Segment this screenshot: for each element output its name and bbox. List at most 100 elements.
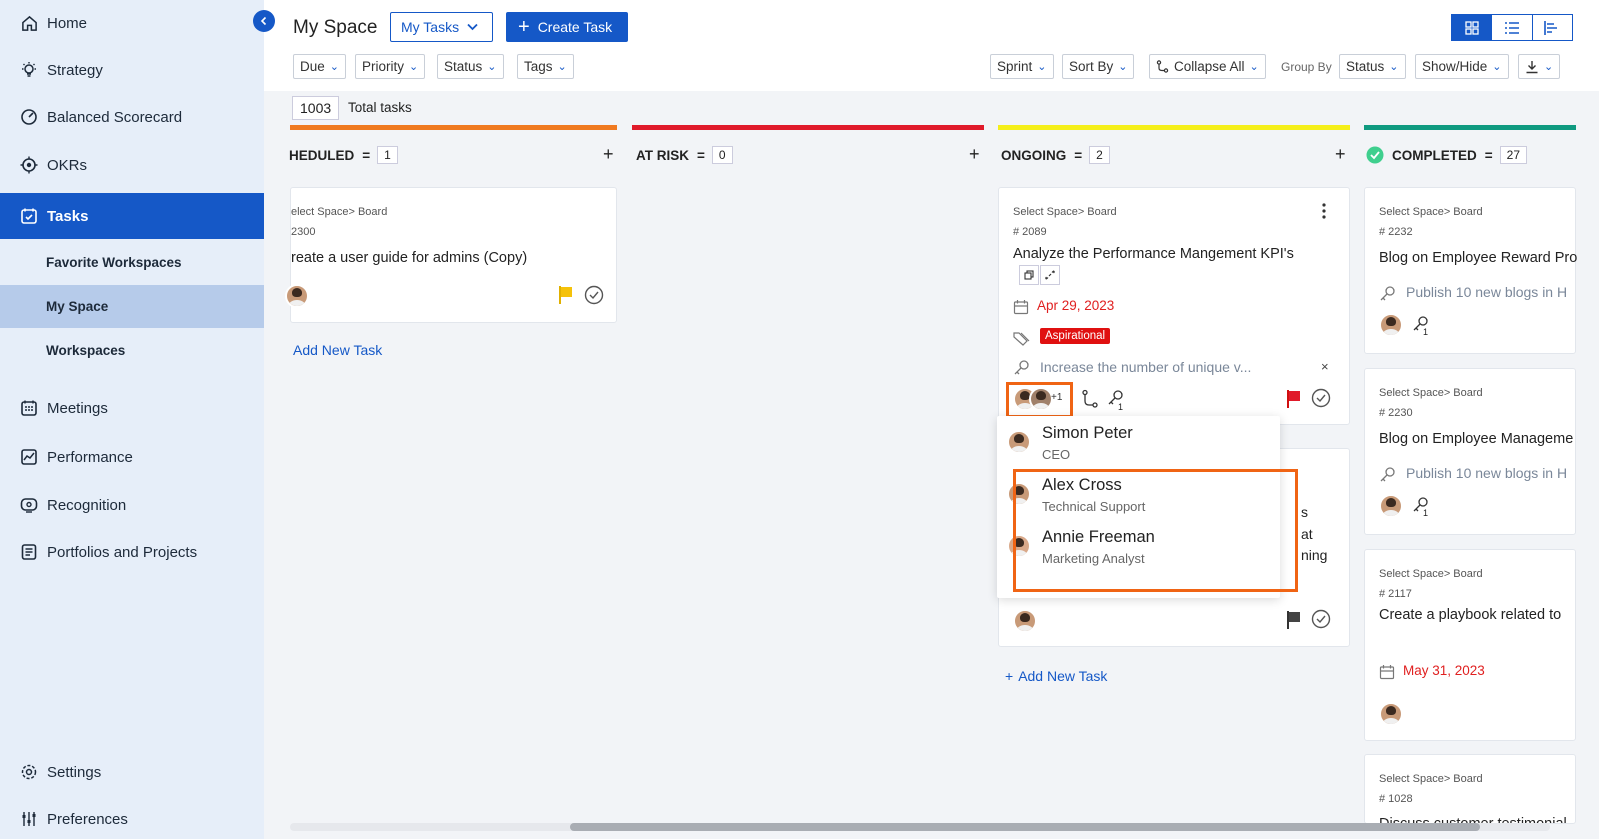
chevron-left-icon — [260, 16, 267, 26]
copy-button[interactable] — [1019, 265, 1039, 285]
check-circle-icon — [1366, 146, 1384, 164]
sidebar-item-strategy[interactable]: Strategy — [0, 47, 264, 93]
task-title[interactable]: Blog on Employee Reward Pro — [1379, 250, 1577, 266]
priority-filter[interactable]: Priority ⌄ — [355, 54, 426, 79]
sort-by-dropdown[interactable]: Sort By ⌄ — [1062, 54, 1135, 79]
chevron-down-icon: ⌄ — [1389, 61, 1399, 73]
sidebar-item-meetings[interactable]: Meetings — [0, 385, 264, 431]
task-title[interactable]: Create a playbook related to — [1379, 607, 1561, 623]
sidebar-item-label: Home — [47, 14, 88, 32]
key-result-count: 1 — [1423, 327, 1429, 337]
equals-icon: = — [697, 147, 705, 163]
tags-filter[interactable]: Tags ⌄ — [517, 54, 574, 79]
assignee-name[interactable]: Simon Peter — [1042, 424, 1133, 443]
sidebar-item-settings[interactable]: Settings — [0, 749, 264, 795]
board-view-button[interactable] — [1452, 15, 1493, 40]
avatar[interactable] — [1379, 313, 1403, 337]
scrollbar-thumb[interactable] — [570, 823, 1480, 831]
task-id: 2300 — [291, 226, 316, 238]
avatar[interactable] — [1013, 609, 1037, 633]
gantt-view-button[interactable] — [1533, 15, 1572, 40]
due-date[interactable]: May 31, 2023 — [1403, 663, 1485, 678]
my-tasks-dropdown[interactable]: My Tasks — [390, 12, 493, 42]
flag-icon[interactable] — [558, 285, 574, 305]
task-card[interactable]: Select Space> Board # 1028 Discuss custo… — [1364, 754, 1576, 824]
sidebar-item-preferences[interactable]: Preferences — [0, 796, 264, 839]
sidebar-subitem-favorite-workspaces[interactable]: Favorite Workspaces — [0, 241, 264, 284]
avatar[interactable] — [285, 284, 309, 308]
task-card[interactable]: Select Space> Board # 2232 Blog on Emplo… — [1364, 187, 1577, 354]
task-title[interactable]: Blog on Employee Manageme — [1379, 431, 1573, 447]
grid-icon — [1465, 20, 1479, 35]
total-tasks-label: Total tasks — [348, 100, 412, 115]
key-result-icon — [1380, 467, 1395, 482]
column-header-at-risk: AT RISK = 0 — [636, 146, 733, 164]
complete-check-icon[interactable] — [1311, 609, 1331, 629]
group-by-dropdown[interactable]: Status ⌄ — [1339, 54, 1406, 79]
sidebar-subitem-workspaces[interactable]: Workspaces — [0, 329, 264, 372]
task-text-fragment: s — [1301, 504, 1308, 520]
tag-badge[interactable]: Aspirational — [1040, 328, 1111, 344]
avatar — [1007, 430, 1031, 454]
sidebar-item-okrs[interactable]: OKRs — [0, 142, 264, 188]
download-dropdown[interactable]: ⌄ — [1518, 54, 1561, 79]
due-filter[interactable]: Due ⌄ — [293, 54, 346, 79]
sprint-filter[interactable]: Sprint ⌄ — [990, 54, 1054, 79]
complete-check-icon[interactable] — [584, 285, 604, 305]
create-task-button[interactable]: + Create Task — [506, 12, 628, 42]
key-result-text[interactable]: Increase the number of unique v... — [1040, 359, 1251, 375]
calendar-icon — [20, 399, 38, 417]
sidebar-item-performance[interactable]: Performance — [0, 434, 264, 480]
add-new-task-link[interactable]: + Add New Task — [1005, 668, 1107, 684]
avatar[interactable] — [1379, 494, 1403, 518]
task-card[interactable]: Select Space> Board # 2117 Create a play… — [1364, 549, 1576, 741]
copy-icon — [1024, 270, 1034, 280]
flag-icon[interactable] — [1286, 389, 1302, 409]
complete-check-icon[interactable] — [1311, 388, 1331, 408]
avatar[interactable] — [1379, 702, 1403, 726]
flag-icon[interactable] — [1286, 610, 1302, 630]
chevron-down-icon — [467, 23, 478, 31]
task-id: # 2232 — [1379, 226, 1413, 238]
list-view-button[interactable] — [1492, 15, 1533, 40]
tag-icon — [1013, 332, 1030, 346]
equals-icon: = — [1484, 147, 1493, 163]
sidebar-item-recognition[interactable]: Recognition — [0, 482, 264, 528]
key-result-text[interactable]: Publish 10 new blogs in H — [1406, 465, 1567, 481]
key-result-text[interactable]: Publish 10 new blogs in H — [1406, 284, 1567, 300]
collapse-all-dropdown[interactable]: Collapse All ⌄ — [1149, 54, 1266, 79]
more-options-icon[interactable] — [1321, 202, 1327, 223]
sidebar: Home Strategy Balanced Scorecard OKRs Ta… — [0, 0, 264, 839]
column-color-bar — [290, 125, 617, 130]
add-column-task-button[interactable]: + — [969, 144, 980, 165]
chevron-down-icon: ⌄ — [329, 61, 339, 73]
task-title[interactable]: Analyze the Performance Mangement KPI's — [1013, 246, 1294, 262]
due-date[interactable]: Apr 29, 2023 — [1037, 298, 1114, 313]
add-column-task-button[interactable]: + — [1335, 144, 1346, 165]
subtask-icon[interactable] — [1081, 389, 1099, 409]
task-title[interactable]: reate a user guide for admins (Copy) — [291, 250, 527, 266]
task-breadcrumb: Select Space> Board — [1379, 387, 1483, 399]
sidebar-item-label: Balanced Scorecard — [47, 108, 183, 126]
show-hide-dropdown[interactable]: Show/Hide ⌄ — [1415, 54, 1509, 79]
status-filter[interactable]: Status ⌄ — [437, 54, 504, 79]
sidebar-item-home[interactable]: Home — [0, 0, 264, 46]
download-icon — [1526, 60, 1538, 73]
link-icon — [1045, 270, 1055, 280]
add-new-task-link[interactable]: Add New Task — [293, 342, 382, 358]
sidebar-item-portfolios-and-projects[interactable]: Portfolios and Projects — [0, 529, 264, 575]
add-column-task-button[interactable]: + — [603, 144, 614, 165]
plus-icon: + — [518, 16, 530, 38]
sidebar-item-balanced-scorecard[interactable]: Balanced Scorecard — [0, 94, 264, 140]
task-card[interactable]: elect Space> Board 2300 reate a user gui… — [285, 187, 617, 323]
chevron-down-icon: ⌄ — [1037, 61, 1047, 73]
highlight-assignees-list — [1013, 469, 1298, 592]
home-icon — [20, 14, 38, 32]
remove-key-result-button[interactable]: × — [1321, 359, 1329, 374]
sidebar-subitem-my-space[interactable]: My Space — [0, 285, 264, 328]
link-button[interactable] — [1040, 265, 1060, 285]
sidebar-item-tasks[interactable]: Tasks — [0, 193, 264, 239]
sidebar-collapse-button[interactable] — [253, 10, 275, 32]
task-card[interactable]: Select Space> Board # 2230 Blog on Emplo… — [1364, 368, 1576, 535]
task-breadcrumb: Select Space> Board — [1013, 206, 1117, 218]
